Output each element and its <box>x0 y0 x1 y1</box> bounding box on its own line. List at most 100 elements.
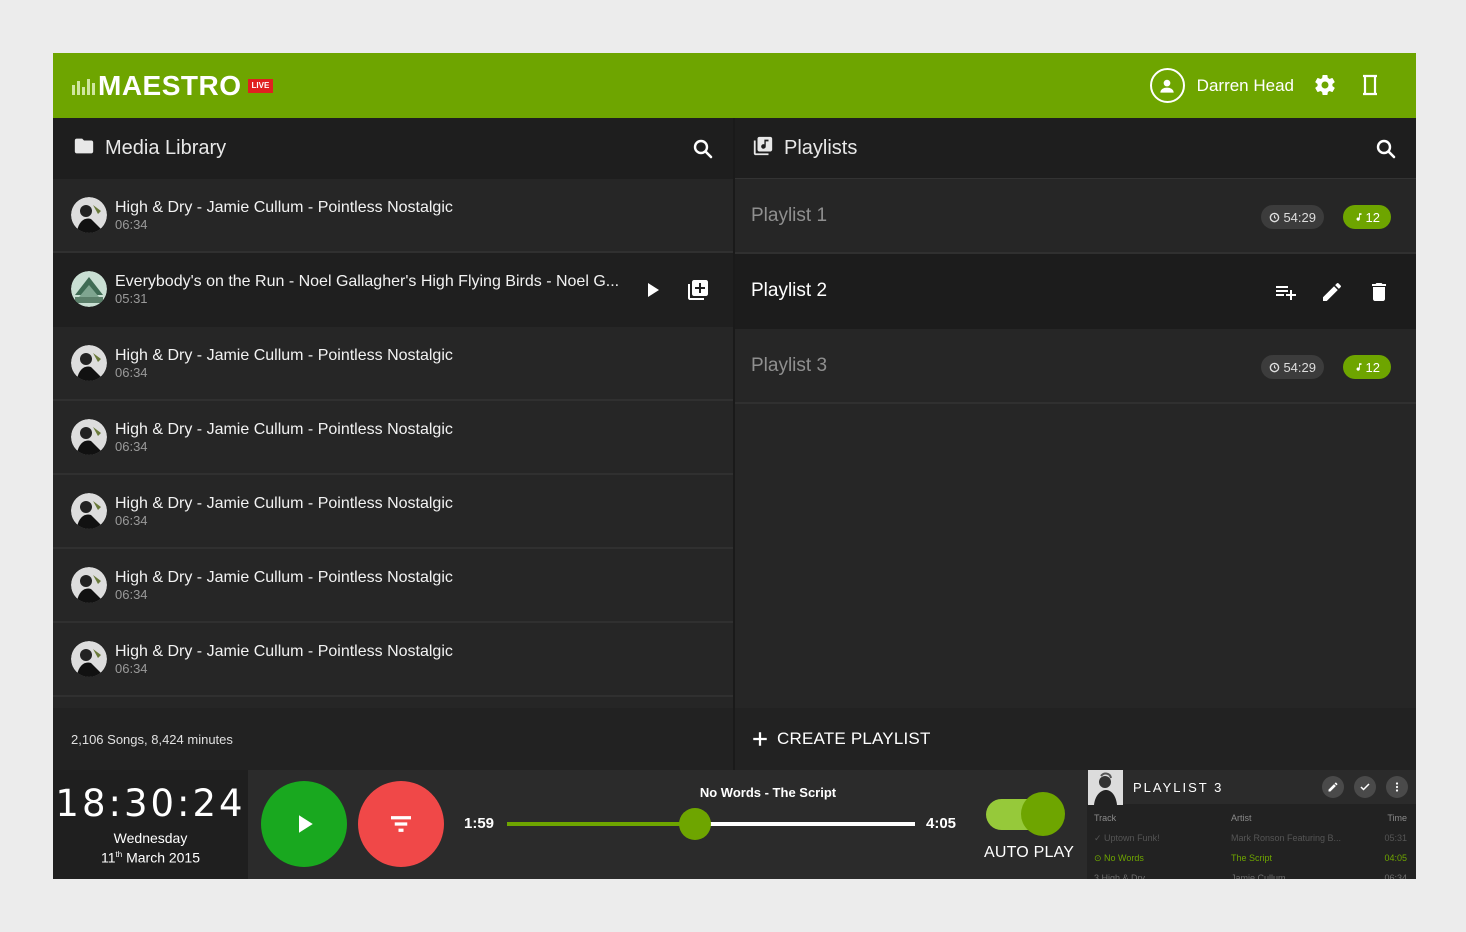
mini-playlist-title: PLAYLIST 3 <box>1133 780 1224 795</box>
clock-icon <box>1270 362 1280 372</box>
create-playlist-label: CREATE PLAYLIST <box>777 729 931 748</box>
list-item[interactable]: High & Dry - Jamie Cullum - Pointless No… <box>53 401 733 475</box>
column-header: Artist <box>1231 813 1252 823</box>
top-bar: MAESTRO LIVE Darren Head <box>53 53 1416 118</box>
playlist-row[interactable]: Playlist 2 <box>735 254 1416 329</box>
album-art <box>71 641 107 677</box>
autoplay-label: AUTO PLAY <box>984 844 1075 861</box>
track-cell: ✓ Uptown Funk! <box>1087 828 1231 848</box>
playlist-name: Playlist 2 <box>751 279 828 301</box>
playlist-icon <box>752 135 774 162</box>
search-icon[interactable] <box>691 137 715 161</box>
track-title: High & Dry - Jamie Cullum - Pointless No… <box>115 198 453 216</box>
list-item[interactable]: Everybody's on the Run - Noel Gallagher'… <box>53 253 733 327</box>
user-menu[interactable]: Darren Head <box>1149 68 1294 103</box>
duration-badge: 54:29 <box>1261 205 1324 229</box>
clock-time: 18:30:24 <box>55 782 246 825</box>
track-count-badge: 12 <box>1342 205 1391 229</box>
progress-slider[interactable] <box>507 808 915 840</box>
album-art <box>71 345 107 381</box>
clock-weekday: Wednesday <box>113 830 188 846</box>
clock-month-year: March 2015 <box>126 849 201 866</box>
plus-icon <box>753 732 767 746</box>
list-item[interactable]: High & Dry - Jamie Cullum - Pointless No… <box>53 549 733 623</box>
clock-day-suffix: th <box>115 850 123 859</box>
album-art <box>71 271 107 307</box>
autoplay-toggle[interactable] <box>986 792 1065 836</box>
track-duration: 05:31 <box>115 290 148 306</box>
media-library-list: High & Dry - Jamie Cullum - Pointless No… <box>53 179 733 708</box>
playlists-header: Playlists <box>735 118 1416 179</box>
toggle-knob <box>1021 792 1065 836</box>
track-title: Everybody's on the Run - Noel Gallagher'… <box>115 272 620 290</box>
mini-playlist: PLAYLIST 3 Track Artist Time ✓ Uptown Fu… <box>1087 770 1416 879</box>
track-count-text: 12 <box>1365 209 1380 225</box>
album-art <box>71 567 107 603</box>
equalizer-logo-icon <box>72 77 95 95</box>
column-header: Track <box>1094 813 1117 823</box>
now-playing-title: No Words - The Script <box>699 785 837 800</box>
music-note-icon <box>1356 213 1362 221</box>
track-duration: 06:34 <box>115 512 148 528</box>
track-name: No Words <box>1104 852 1144 863</box>
duration-badge: 54:29 <box>1261 355 1324 379</box>
track-count-badge: 12 <box>1342 355 1391 379</box>
logo: MAESTRO LIVE <box>72 71 274 101</box>
library-footer: 2,106 Songs, 8,424 minutes <box>53 708 733 770</box>
artist-cell: Jamie Cullum <box>1231 873 1286 879</box>
more-vert-icon[interactable] <box>1386 776 1408 798</box>
user-name: Darren Head <box>1196 75 1294 95</box>
album-art <box>71 493 107 529</box>
artist-cell: Mark Ronson Featuring B... <box>1231 833 1342 843</box>
gear-icon[interactable] <box>1313 73 1337 97</box>
album-art <box>71 419 107 455</box>
check-icon[interactable] <box>1354 776 1376 798</box>
play-icon[interactable] <box>640 278 664 302</box>
duration-text: 54:29 <box>1283 359 1316 375</box>
play-icon <box>299 815 313 833</box>
add-to-playlist-icon[interactable] <box>686 278 710 302</box>
progress-handle[interactable] <box>678 808 711 840</box>
library-stats: 2,106 Songs, 8,424 minutes <box>71 731 233 747</box>
track-duration: 06:34 <box>115 660 148 676</box>
play-button[interactable] <box>261 781 347 867</box>
playlists-title: Playlists <box>784 136 858 159</box>
clock-panel: 18:30:24 Wednesday 11th March 2015 <box>53 770 248 879</box>
trash-icon[interactable] <box>1367 280 1391 304</box>
list-item[interactable]: High & Dry - Jamie Cullum - Pointless No… <box>53 179 733 253</box>
playlist-row[interactable]: Playlist 3 54:29 12 <box>735 329 1416 404</box>
album-art <box>71 197 107 233</box>
list-item[interactable]: High & Dry - Jamie Cullum - Pointless No… <box>53 623 733 697</box>
time-cell: 04:05 <box>1384 853 1407 863</box>
music-note-icon <box>1356 363 1362 371</box>
track-title: High & Dry - Jamie Cullum - Pointless No… <box>115 568 453 586</box>
clock-icon <box>1270 212 1280 222</box>
create-playlist-button[interactable]: CREATE PLAYLIST <box>735 708 1416 770</box>
track-title: High & Dry - Jamie Cullum - Pointless No… <box>115 420 453 438</box>
track-duration: 06:34 <box>115 364 148 380</box>
track-cell: 3 High & Dry <box>1094 873 1146 879</box>
app-window: MAESTRO LIVE Darren Head Media Library P… <box>53 53 1416 879</box>
search-icon[interactable] <box>1374 137 1398 161</box>
pencil-icon[interactable] <box>1322 776 1344 798</box>
table-row[interactable]: 3 High & Dry Jamie Cullum 06:34 <box>1087 868 1416 879</box>
total-time: 4:05 <box>926 815 957 832</box>
list-item[interactable]: High & Dry - Jamie Cullum - Pointless No… <box>53 327 733 401</box>
filter-button[interactable] <box>358 781 444 867</box>
live-badge: LIVE <box>247 79 274 93</box>
media-library-title: Media Library <box>105 137 227 159</box>
track-count-text: 12 <box>1365 359 1380 375</box>
progress-fill <box>507 822 695 826</box>
exit-icon[interactable] <box>1358 73 1382 97</box>
player-bar: 18:30:24 Wednesday 11th March 2015 No Wo… <box>53 770 1416 879</box>
pencil-icon[interactable] <box>1320 280 1344 304</box>
track-duration: 06:34 <box>115 438 148 454</box>
track-duration: 06:34 <box>115 586 148 602</box>
table-row[interactable]: ⊙ No Words The Script 04:05 <box>1087 848 1416 868</box>
playlist-row[interactable]: Playlist 1 54:29 12 <box>735 179 1416 254</box>
list-item[interactable]: High & Dry - Jamie Cullum - Pointless No… <box>53 475 733 549</box>
track-cell: ⊙ No Words <box>1087 848 1231 868</box>
table-row[interactable]: ✓ Uptown Funk! Mark Ronson Featuring B..… <box>1087 828 1416 848</box>
playlist-name: Playlist 3 <box>751 354 828 376</box>
queue-add-icon[interactable] <box>1274 280 1298 304</box>
